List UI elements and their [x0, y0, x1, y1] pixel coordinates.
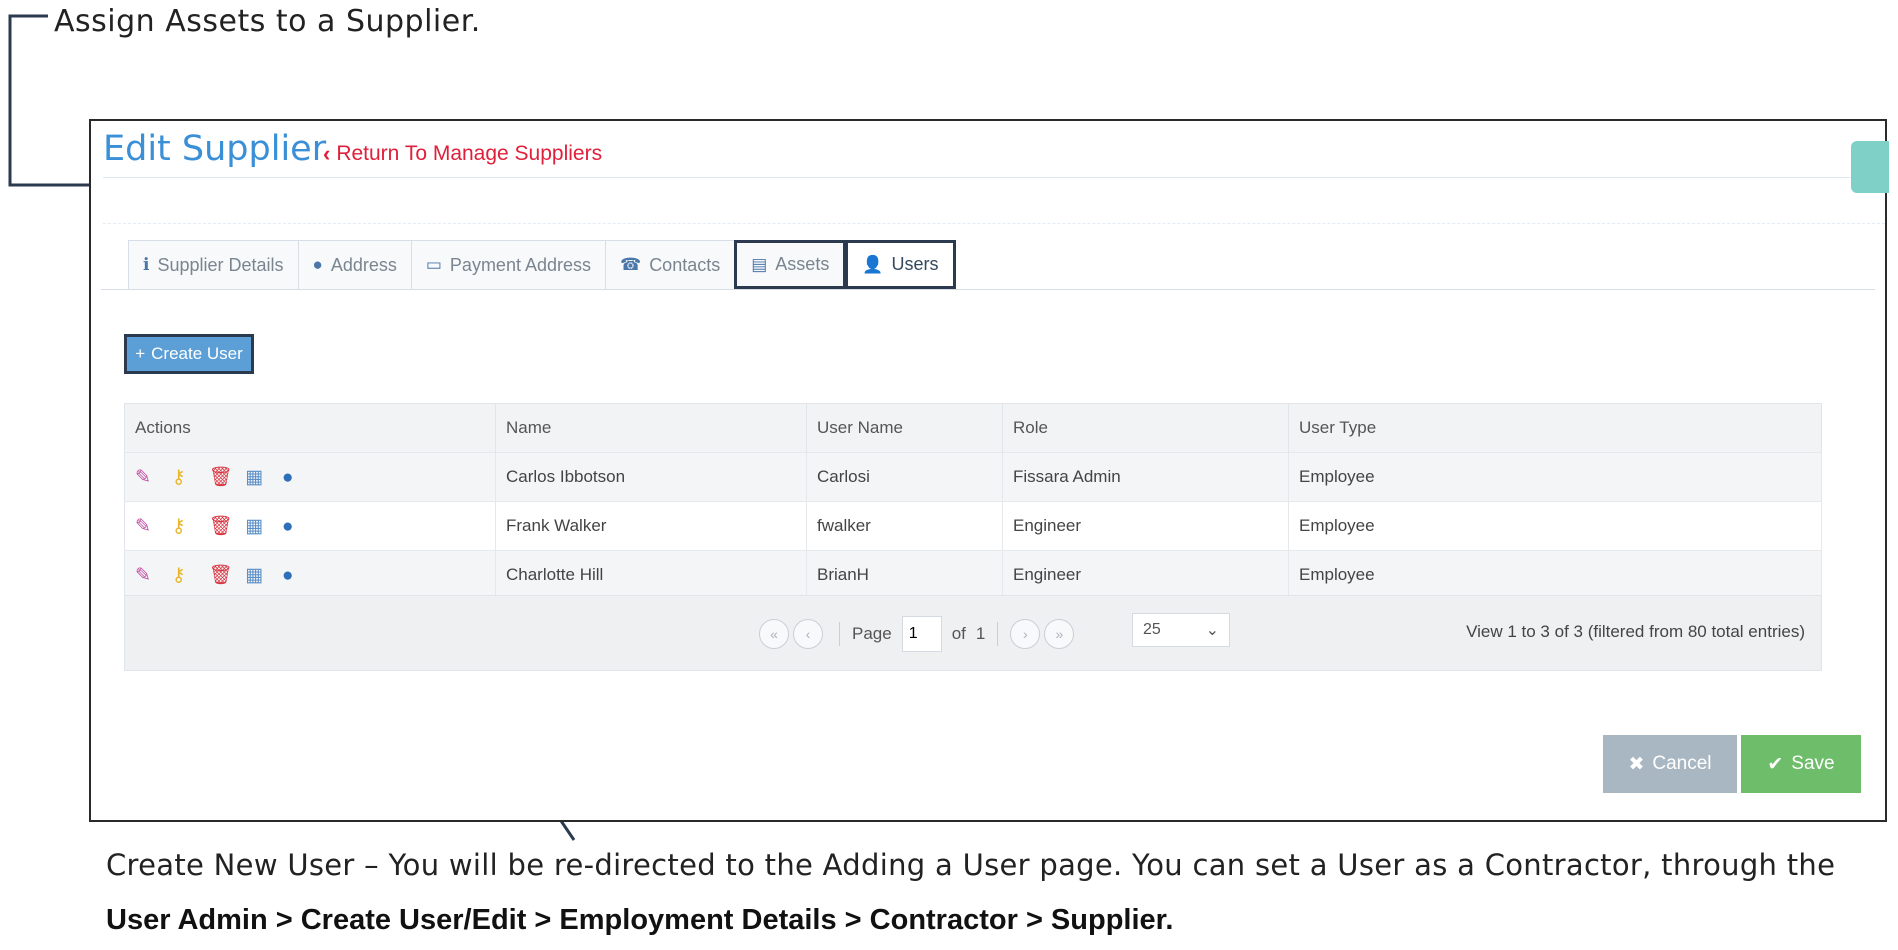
return-link-label: Return To Manage Suppliers [336, 142, 603, 165]
info-icon: ℹ [143, 255, 150, 274]
create-user-button[interactable]: + Create User [124, 334, 254, 374]
edit-note-icon[interactable]: ▦ [245, 564, 277, 587]
tab-label: Contacts [649, 254, 721, 275]
trash-icon[interactable]: 🗑 [208, 465, 240, 489]
tab-label: Users [891, 254, 939, 274]
first-page-icon[interactable]: « [759, 619, 789, 649]
close-icon: ✖ [1628, 753, 1645, 775]
pencil-icon[interactable]: ✎ [135, 515, 167, 538]
chevron-left-icon: ‹ [323, 141, 331, 166]
column-header[interactable]: Actions [124, 403, 496, 453]
of-label: of [951, 624, 966, 643]
tab-contacts[interactable]: ☎ Contacts [605, 240, 736, 289]
trash-icon[interactable]: 🗑 [208, 563, 240, 587]
page-title: Edit Supplier [103, 129, 327, 169]
per-page-value: 25 [1143, 621, 1161, 638]
globe-icon[interactable]: ● [282, 467, 314, 489]
cell-role: Engineer [1002, 550, 1289, 600]
cell-username: BrianH [806, 550, 1003, 600]
annotation-assign-assets: Assign Assets to a Supplier. [54, 4, 481, 39]
table-row: ✎ ⚷ 🗑 ▦ ● Charlotte Hill BrianH Engineer… [124, 550, 1822, 600]
save-button[interactable]: ✔ Save [1741, 735, 1861, 793]
pencil-icon[interactable]: ✎ [135, 466, 167, 489]
create-user-label: Create User [151, 344, 243, 363]
cancel-button[interactable]: ✖ Cancel [1603, 735, 1737, 793]
annotation-create-user: Create New User – You will be re-directe… [106, 848, 1836, 882]
row-actions: ✎ ⚷ 🗑 ▦ ● [124, 550, 496, 600]
last-page-icon[interactable]: » [1044, 619, 1075, 649]
next-page-icon[interactable]: › [1010, 619, 1041, 649]
cell-name: Carlos Ibbotson [495, 452, 807, 502]
globe-icon: ● [312, 255, 323, 274]
table-row: ✎ ⚷ 🗑 ▦ ● Carlos Ibbotson Carlosi Fissar… [124, 452, 1822, 502]
globe-icon[interactable]: ● [282, 516, 314, 538]
side-edit-tab[interactable] [1851, 141, 1889, 193]
trash-icon[interactable]: 🗑 [208, 514, 240, 538]
column-header[interactable]: User Type [1288, 403, 1822, 453]
users-table: Actions Name User Name Role User Type ✎ … [124, 403, 1822, 600]
cell-user-type: Employee [1288, 501, 1822, 551]
tab-assets[interactable]: ▤ Assets [734, 240, 847, 289]
edit-supplier-window: Edit Supplier ‹ Return To Manage Supplie… [89, 119, 1889, 822]
table-header-row: Actions Name User Name Role User Type [124, 403, 1822, 453]
cell-user-type: Employee [1288, 550, 1822, 600]
tab-label: Address [330, 254, 397, 275]
annotation-navigation-path: User Admin > Create User/Edit > Employme… [106, 904, 1174, 936]
title-divider [103, 177, 1873, 178]
tab-label: Supplier Details [157, 254, 284, 275]
pager-separator [839, 622, 840, 646]
row-actions: ✎ ⚷ 🗑 ▦ ● [124, 452, 496, 502]
return-link[interactable]: ‹ Return To Manage Suppliers [323, 141, 602, 167]
tab-supplier-details[interactable]: ℹ Supplier Details [128, 240, 299, 289]
tab-users[interactable]: 👤 Users [845, 240, 956, 289]
total-pages: 1 [975, 624, 986, 643]
column-header[interactable]: User Name [806, 403, 1003, 453]
section-divider [103, 223, 1885, 224]
cell-name: Frank Walker [495, 501, 807, 551]
column-header[interactable]: Name [495, 403, 807, 453]
page-number-input[interactable] [901, 616, 942, 652]
key-icon[interactable]: ⚷ [172, 515, 204, 538]
key-icon[interactable]: ⚷ [172, 564, 204, 587]
table-pager: « ‹ Page of 1 › » 25 ⌄ View 1 to 3 of 3 … [124, 595, 1822, 671]
credit-card-icon: ▭ [425, 255, 442, 274]
user-icon: 👤 [862, 254, 884, 274]
pager-separator [997, 622, 999, 646]
cell-role: Fissara Admin [1002, 452, 1289, 502]
per-page-select[interactable]: 25 ⌄ [1132, 613, 1230, 647]
cell-username: fwalker [806, 501, 1003, 551]
check-icon: ✔ [1767, 753, 1784, 775]
tab-payment-address[interactable]: ▭ Payment Address [410, 240, 606, 289]
cancel-label: Cancel [1652, 753, 1712, 774]
tab-label: Payment Address [449, 254, 591, 275]
key-icon[interactable]: ⚷ [172, 466, 204, 489]
row-actions: ✎ ⚷ 🗑 ▦ ● [124, 501, 496, 551]
edit-note-icon[interactable]: ▦ [245, 466, 277, 489]
tab-address[interactable]: ● Address [297, 240, 412, 289]
pencil-icon[interactable]: ✎ [135, 564, 167, 587]
plus-icon: + [135, 344, 146, 363]
cell-name: Charlotte Hill [495, 550, 807, 600]
globe-icon[interactable]: ● [282, 565, 314, 587]
save-label: Save [1791, 753, 1835, 774]
cell-user-type: Employee [1288, 452, 1822, 502]
chevron-down-icon: ⌄ [1205, 622, 1219, 639]
column-header[interactable]: Role [1002, 403, 1289, 453]
prev-page-icon[interactable]: ‹ [793, 619, 823, 649]
cell-username: Carlosi [806, 452, 1003, 502]
pager-nav: « ‹ Page of 1 › » [759, 616, 1078, 652]
edit-note-icon[interactable]: ▦ [245, 515, 277, 538]
view-info: View 1 to 3 of 3 (filtered from 80 total… [1466, 622, 1805, 641]
phone-icon: ☎ [620, 255, 642, 274]
page-label: Page [852, 624, 892, 643]
tab-label: Assets [775, 254, 830, 274]
table-row: ✎ ⚷ 🗑 ▦ ● Frank Walker fwalker Engineer … [124, 501, 1822, 551]
archive-icon: ▤ [751, 254, 768, 274]
tab-bar: ℹ Supplier Details ● Address ▭ Payment A… [128, 240, 956, 290]
cell-role: Engineer [1002, 501, 1289, 551]
